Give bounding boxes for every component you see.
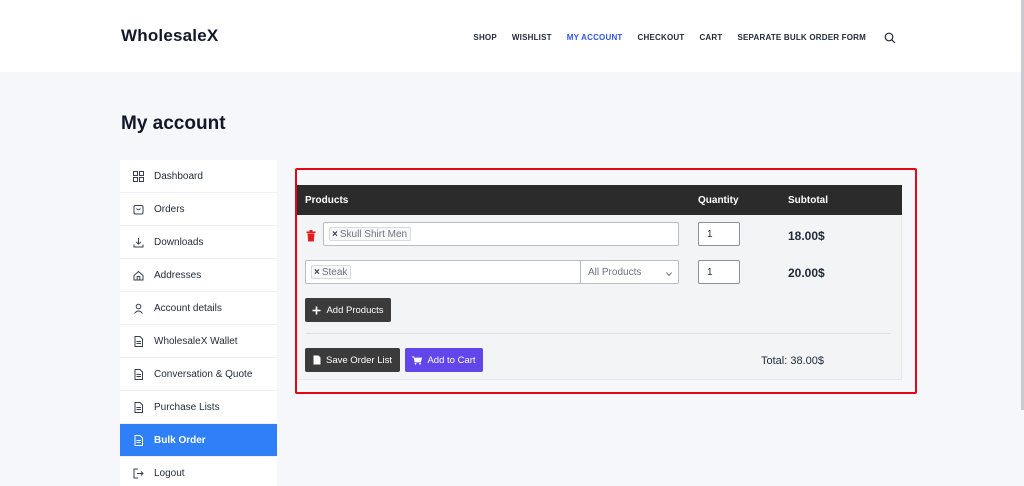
sidebar-item-label: Downloads <box>154 236 204 248</box>
sidebar-item-label: Conversation & Quote <box>154 368 253 380</box>
sidebar-item-label: Addresses <box>154 269 202 281</box>
sidebar-item-wholesalex-wallet[interactable]: WholesaleX Wallet <box>120 325 277 358</box>
sidebar-item-label: Bulk Order <box>154 434 206 446</box>
sidebar-item-bulk-order[interactable]: Bulk Order <box>120 424 277 457</box>
orders-icon <box>132 203 144 215</box>
sidebar-item-account-details[interactable]: Account details <box>120 292 277 325</box>
account-sidebar: Dashboard Orders Downloads Addresses Acc… <box>120 160 277 486</box>
site-logo[interactable]: WholesaleX <box>121 26 218 46</box>
page-title: My account <box>121 113 226 134</box>
document-icon <box>132 434 144 446</box>
site-header: WholesaleX SHOP WISHLIST MY ACCOUNT CHEC… <box>0 0 1024 72</box>
sidebar-item-purchase-lists[interactable]: Purchase Lists <box>120 391 277 424</box>
sidebar-item-label: WholesaleX Wallet <box>154 335 238 347</box>
logout-icon <box>132 467 144 479</box>
main-nav: SHOP WISHLIST MY ACCOUNT CHECKOUT CART S… <box>458 31 896 44</box>
document-icon <box>132 335 144 347</box>
sidebar-item-orders[interactable]: Orders <box>120 193 277 226</box>
document-icon <box>132 368 144 380</box>
nav-wishlist[interactable]: WISHLIST <box>512 33 552 42</box>
dashboard-icon <box>132 170 144 182</box>
sidebar-item-label: Logout <box>154 467 185 479</box>
home-icon <box>132 269 144 281</box>
document-icon <box>132 401 144 413</box>
sidebar-item-conversation-quote[interactable]: Conversation & Quote <box>120 358 277 391</box>
sidebar-item-downloads[interactable]: Downloads <box>120 226 277 259</box>
sidebar-item-label: Account details <box>154 302 222 314</box>
nav-bulk-order-form[interactable]: SEPARATE BULK ORDER FORM <box>737 33 866 42</box>
nav-cart[interactable]: CART <box>699 33 722 42</box>
sidebar-item-label: Dashboard <box>154 170 203 182</box>
sidebar-item-addresses[interactable]: Addresses <box>120 259 277 292</box>
sidebar-item-logout[interactable]: Logout <box>120 457 277 486</box>
nav-shop[interactable]: SHOP <box>473 33 496 42</box>
download-icon <box>132 236 144 248</box>
nav-checkout[interactable]: CHECKOUT <box>638 33 685 42</box>
user-icon <box>132 302 144 314</box>
nav-my-account[interactable]: MY ACCOUNT <box>567 33 623 42</box>
highlight-box <box>295 168 917 394</box>
sidebar-item-label: Purchase Lists <box>154 401 220 413</box>
search-icon[interactable] <box>884 31 896 44</box>
sidebar-item-label: Orders <box>154 203 185 215</box>
sidebar-item-dashboard[interactable]: Dashboard <box>120 160 277 193</box>
